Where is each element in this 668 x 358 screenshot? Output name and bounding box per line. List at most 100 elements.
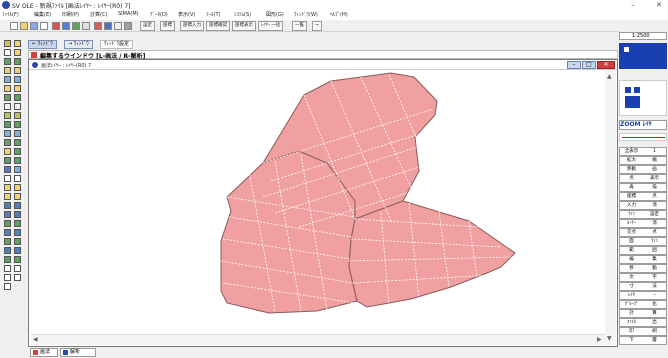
tool-icon[interactable] xyxy=(14,58,21,65)
tool-icon[interactable] xyxy=(4,40,11,47)
menu-tool[interactable]: ﾂｰﾙ(T) xyxy=(206,11,220,18)
tool-icon[interactable] xyxy=(14,40,21,47)
parcel-region-right[interactable] xyxy=(348,200,516,308)
panel-btn-22[interactable]: 下層 xyxy=(619,336,667,345)
tool-icon[interactable] xyxy=(4,112,11,119)
tool-icon[interactable] xyxy=(14,238,21,245)
panel-btn-9[interactable]: ｺｰﾅｰ 消 xyxy=(619,219,667,228)
toolbar-settings-button[interactable]: 設定 xyxy=(140,21,155,31)
layer-preview-mid[interactable] xyxy=(619,80,667,116)
toolbar-coord-button[interactable]: 座標 xyxy=(160,21,175,31)
menu-sima[interactable]: SIMA(M) xyxy=(118,11,139,17)
scroll-down-arrow-icon[interactable]: ▼ xyxy=(607,335,612,342)
tool-icon[interactable] xyxy=(14,49,21,56)
child-close-button[interactable]: ✕ xyxy=(597,61,615,69)
toolbar-coord-input-button[interactable]: 座標入力 xyxy=(180,21,204,31)
tool-icon[interactable] xyxy=(14,256,21,263)
panel-btn-11[interactable]: 面 ﾗｲﾝ xyxy=(619,237,667,246)
tool-icon[interactable] xyxy=(4,139,11,146)
print-icon[interactable] xyxy=(40,22,48,30)
layer-preview-top[interactable] xyxy=(619,43,667,69)
tool-icon[interactable] xyxy=(14,67,21,74)
panel-btn-18[interactable]: ｸﾞﾙｰﾌﾟ 化 xyxy=(619,300,667,309)
tool-icon[interactable] xyxy=(4,58,11,65)
panel-btn-4[interactable]: 点 表示 xyxy=(619,174,667,183)
scroll-up-arrow-icon[interactable]: ▲ xyxy=(607,73,612,80)
panel-btn-3[interactable]: 移動 画 xyxy=(619,165,667,174)
toolbar-list-button[interactable]: 一覧 xyxy=(292,21,307,31)
tool-icon[interactable] xyxy=(14,85,21,92)
menu-figure[interactable]: 図形(G) xyxy=(266,11,284,18)
zoom-button[interactable]: ZOOM xyxy=(620,121,641,128)
child-maximize-button[interactable]: □ xyxy=(582,61,596,69)
tool-icon[interactable] xyxy=(14,148,21,155)
panel-btn-6[interactable]: 座標 点 xyxy=(619,192,667,201)
panel-btn-17[interactable]: ﾚｲﾔ ｰ xyxy=(619,291,667,300)
tool-icon[interactable] xyxy=(14,229,21,236)
tool-icon[interactable] xyxy=(4,166,11,173)
menu-help[interactable]: ﾍﾙﾌﾟ(H) xyxy=(330,11,348,18)
settings-icon[interactable] xyxy=(124,22,132,30)
panel-btn-5[interactable]: 再描 xyxy=(619,183,667,192)
tool-icon[interactable] xyxy=(4,238,11,245)
tool-icon[interactable] xyxy=(14,274,21,281)
tool-icon[interactable] xyxy=(14,139,21,146)
panel-btn-13[interactable]: 編集 xyxy=(619,255,667,264)
menu-data[interactable]: ﾃﾞｰﾀ(D) xyxy=(150,11,168,18)
menu-edit[interactable]: 編集(E) xyxy=(34,11,51,18)
tool-icon[interactable] xyxy=(14,94,21,101)
horizontal-scrollbar[interactable]: ◀ ▶ xyxy=(31,334,605,345)
tool-icon[interactable] xyxy=(4,265,11,272)
tool-icon[interactable] xyxy=(4,211,11,218)
menu-calc[interactable]: 計算(C) xyxy=(90,11,107,18)
minimize-button[interactable]: – xyxy=(626,0,640,10)
toolbar-coord-check-button[interactable]: 座標確認 xyxy=(206,21,230,31)
tool-icon[interactable] xyxy=(14,202,21,209)
tool-icon[interactable] xyxy=(4,121,11,128)
tool-icon[interactable] xyxy=(4,157,11,164)
scroll-left-arrow-icon[interactable]: ◀ xyxy=(33,336,38,343)
tool-icon[interactable] xyxy=(4,283,11,290)
tool-icon[interactable] xyxy=(4,148,11,155)
vertical-scrollbar[interactable]: ▲ ▼ xyxy=(605,71,616,345)
tool-icon[interactable] xyxy=(4,175,11,182)
tool-icon[interactable] xyxy=(14,247,21,254)
panel-btn-2[interactable]: 拡大 縮 xyxy=(619,156,667,165)
tool-icon[interactable] xyxy=(4,184,11,191)
tool-icon[interactable] xyxy=(4,130,11,137)
tool-icon[interactable] xyxy=(14,193,21,200)
menu-file[interactable]: ﾌｧｲﾙ(F) xyxy=(2,11,19,18)
tool-icon[interactable] xyxy=(4,229,11,236)
tool-icon[interactable] xyxy=(14,265,21,272)
tool-icon[interactable] xyxy=(14,211,21,218)
tool-icon[interactable] xyxy=(4,94,11,101)
tool-icon[interactable] xyxy=(4,193,11,200)
menu-print[interactable]: 印刷(P) xyxy=(62,11,79,18)
tool-icon[interactable] xyxy=(14,121,21,128)
new-file-icon[interactable] xyxy=(10,22,18,30)
panel-btn-20[interactable]: ﾌｧｲﾙ 出 xyxy=(619,318,667,327)
panel-btn-19[interactable]: 計算 xyxy=(619,309,667,318)
bottom-tab-draw[interactable]: 画法 xyxy=(30,348,58,357)
layer-button[interactable]: ﾚｲﾔ xyxy=(643,121,652,128)
tool-icon[interactable] xyxy=(4,67,11,74)
layer-red-icon[interactable] xyxy=(94,22,102,30)
tool-icon[interactable] xyxy=(14,103,21,110)
tool-icon[interactable] xyxy=(4,103,11,110)
menu-window[interactable]: ｳｨﾝﾄﾞｳ(W) xyxy=(294,11,318,18)
red-tool-icon[interactable] xyxy=(52,22,60,30)
tab-left-window[interactable]: ← ｳｨﾝﾄﾞｳ xyxy=(28,40,57,49)
zoom-icon[interactable] xyxy=(114,22,122,30)
panel-btn-16[interactable]: 寸法 xyxy=(619,282,667,291)
panel-btn-10[interactable]: 交点 点 xyxy=(619,228,667,237)
parcel-map[interactable] xyxy=(31,71,615,333)
tool-icon[interactable] xyxy=(14,157,21,164)
scroll-right-arrow-icon[interactable]: ▶ xyxy=(597,336,602,343)
scale-box[interactable]: 1:2500 xyxy=(619,32,667,40)
tool-icon[interactable] xyxy=(14,130,21,137)
tool-icon[interactable] xyxy=(14,112,21,119)
toolbar-layer-button[interactable]: ﾚｲﾔｰ 一括 xyxy=(258,21,284,31)
menu-system[interactable]: ｼｽﾃﾑ(S) xyxy=(234,11,251,18)
layer-select-field[interactable] xyxy=(619,133,667,141)
panel-btn-12[interactable]: 範囲 xyxy=(619,246,667,255)
